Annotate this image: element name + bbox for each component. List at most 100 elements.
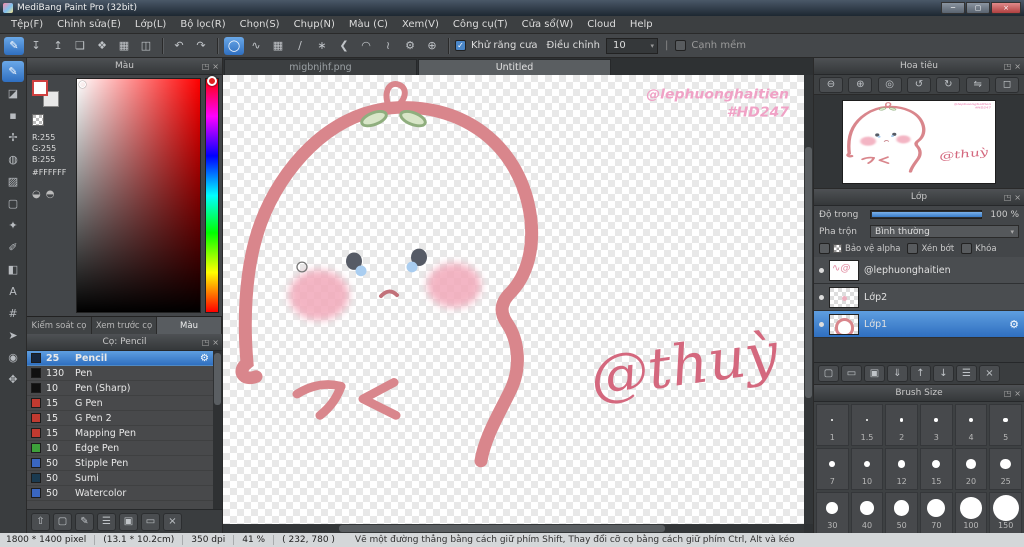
opacity-slider[interactable] [870, 210, 982, 219]
menu-item[interactable]: Cửa sổ(W) [515, 17, 581, 32]
layer-settings-icon[interactable]: ⚙ [1009, 318, 1019, 331]
brush-size-option[interactable]: 1.5 [850, 404, 884, 446]
stroke-stabilize-icon[interactable]: ∿ [246, 37, 266, 55]
lock-checkbox[interactable] [961, 243, 973, 254]
arc-snap-icon[interactable]: ◠ [356, 37, 376, 55]
brush-size-option[interactable]: 40 [850, 492, 884, 533]
brush-size-option[interactable]: 20 [954, 448, 988, 490]
document-tab[interactable]: migbnjhf.png [224, 59, 417, 75]
layer-visibility-icon[interactable] [819, 321, 824, 327]
brush-row[interactable]: 50 Sumi ⚙ [27, 471, 213, 486]
panel-popout-icon[interactable]: ◳ [1004, 62, 1012, 71]
brush-folder-icon[interactable]: ▭ [141, 512, 160, 531]
brush-row[interactable]: 25 Pencil ⚙ [27, 351, 213, 366]
panel-close-icon[interactable]: × [1014, 193, 1021, 202]
brush-row[interactable]: 15 G Pen 2 ⚙ [27, 411, 213, 426]
navigator-thumbnail[interactable] [843, 100, 995, 183]
canvas[interactable]: @lephuonghaitien #HD247 [223, 75, 804, 524]
brush-size-option[interactable]: 10 [850, 448, 884, 490]
layer-row-watermark[interactable]: @lephuonghaitien ⚙ [814, 257, 1024, 284]
move-tool[interactable]: ✢ [2, 127, 24, 148]
brush-size-option[interactable]: 50 [885, 492, 918, 533]
brush-row[interactable]: 15 G Pen ⚙ [27, 396, 213, 411]
panel-close-icon[interactable]: × [212, 338, 219, 347]
tab-color[interactable]: Màu [157, 317, 222, 334]
operation-tool[interactable]: ➤ [2, 325, 24, 346]
flip-icon[interactable]: ⇋ [965, 76, 990, 93]
panel-popout-icon[interactable]: ◳ [202, 62, 210, 71]
horizontal-scrollbar[interactable] [223, 524, 804, 533]
cross-snap-icon[interactable]: ∗ [312, 37, 332, 55]
select-pen-tool[interactable]: ✐ [2, 237, 24, 258]
minimize-button[interactable]: ─ [941, 2, 965, 14]
document-tab[interactable]: Untitled [418, 59, 611, 75]
menu-item[interactable]: Xem(V) [395, 17, 446, 32]
add-brush-icon[interactable]: ▢ [53, 512, 72, 531]
save-icon[interactable]: ↧ [26, 37, 46, 55]
vanish-snap-icon[interactable]: ❮ [334, 37, 354, 55]
panel-close-icon[interactable]: × [1014, 62, 1021, 71]
publish-icon[interactable]: ↥ [48, 37, 68, 55]
delete-layer-icon[interactable]: × [979, 365, 1000, 382]
brush-row[interactable]: 50 Watercolor ⚙ [27, 486, 213, 501]
move-layer-up-icon[interactable]: ↑ [910, 365, 931, 382]
brush-size-option[interactable]: 7 [816, 448, 849, 490]
brush-size-option[interactable]: 5 [989, 404, 1022, 446]
redo-icon[interactable]: ↷ [191, 37, 211, 55]
brush-size-option[interactable]: 30 [816, 492, 849, 533]
softedge-checkbox[interactable] [675, 40, 687, 51]
eraser-tool[interactable]: ◪ [2, 83, 24, 104]
brush-size-option[interactable]: 25 [989, 448, 1022, 490]
menu-item[interactable]: Help [623, 17, 660, 32]
rotate-right-icon[interactable]: ↻ [936, 76, 961, 93]
transparent-color-swatch[interactable] [32, 114, 44, 126]
panel-close-icon[interactable]: × [212, 62, 219, 71]
curve-snap-icon[interactable]: ≀ [378, 37, 398, 55]
layer-visibility-icon[interactable] [819, 294, 824, 300]
menu-item[interactable]: Lớp(L) [128, 17, 173, 32]
menu-item[interactable]: Công cụ(T) [446, 17, 515, 32]
text-tool[interactable]: A [2, 281, 24, 302]
color-set-icon[interactable]: ◓ [46, 189, 55, 200]
blend-select[interactable]: Bình thường ▾ [870, 225, 1019, 238]
brush-row[interactable]: 50 Stipple Pen ⚙ [27, 456, 213, 471]
vertical-scrollbar[interactable] [804, 75, 813, 524]
brush-tool[interactable]: ✎ [2, 61, 24, 82]
divide-tool[interactable]: # [2, 303, 24, 324]
material-panel-icon[interactable]: ❖ [92, 37, 112, 55]
spinbox-arrow-icon[interactable]: ▾ [640, 42, 654, 50]
saturation-value-box[interactable] [76, 78, 201, 313]
panel-close-icon[interactable]: × [1014, 389, 1021, 398]
brush-list-icon[interactable]: ☰ [97, 512, 116, 531]
clipping-checkbox[interactable] [907, 243, 919, 254]
protect-alpha-checkbox[interactable] [819, 243, 830, 254]
menu-item[interactable]: Màu (C) [342, 17, 395, 32]
adjust-spinbox[interactable]: 10 ▾ [605, 37, 658, 54]
edit-brush-icon[interactable]: ✎ [75, 512, 94, 531]
select-tool[interactable]: ▢ [2, 193, 24, 214]
brush-size-option[interactable]: 150 [989, 492, 1022, 533]
grid-snap-icon[interactable]: ▦ [268, 37, 288, 55]
undo-icon[interactable]: ↶ [169, 37, 189, 55]
hand-tool[interactable]: ✥ [2, 369, 24, 390]
add-layer-icon[interactable]: ▢ [818, 365, 839, 382]
snap-target-icon[interactable]: ⊕ [422, 37, 442, 55]
layer-visibility-icon[interactable] [819, 267, 824, 273]
antialias-checkbox[interactable]: ✓ [455, 40, 466, 51]
brush-row[interactable]: 10 Pen (Sharp) ⚙ [27, 381, 213, 396]
menu-item[interactable]: Bộ lọc(R) [173, 17, 232, 32]
hue-cursor[interactable] [207, 76, 217, 86]
layer-row-1[interactable]: Lớp1 ⚙ [814, 311, 1024, 338]
select-eraser-tool[interactable]: ◧ [2, 259, 24, 280]
merge-down-icon[interactable]: ⇓ [887, 365, 908, 382]
maximize-button[interactable]: ▢ [966, 2, 990, 14]
brush-settings-icon[interactable]: ⚙ [200, 353, 209, 364]
freehand-icon[interactable]: ◯ [224, 36, 244, 55]
snap-settings-icon[interactable]: ⚙ [400, 37, 420, 55]
brush-size-option[interactable]: 15 [920, 448, 953, 490]
brush-size-option[interactable]: 2 [885, 404, 918, 446]
comment-icon[interactable]: ❏ [70, 37, 90, 55]
brush-row[interactable]: 130 Pen ⚙ [27, 366, 213, 381]
panel-popout-icon[interactable]: ◳ [1004, 389, 1012, 398]
import-brush-icon[interactable]: ⇧ [31, 512, 50, 531]
